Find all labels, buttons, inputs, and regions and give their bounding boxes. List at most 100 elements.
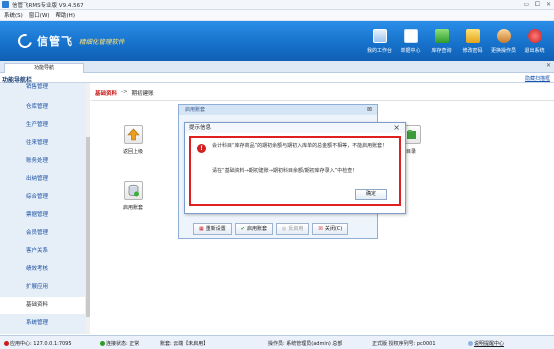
database-icon [123,181,143,200]
tool-workbench[interactable]: 我的工作台 [364,24,395,58]
sidebar-item-production[interactable]: 生产管理 [0,117,85,134]
window-title: 信管飞RMS专业版 V9.4.567 [12,2,84,9]
window-button-row: ▦ 重新设置 ✔ 启用账套 ◎ 反启用 ☒ 关闭(C) [193,223,349,235]
close-box-icon: ☒ [318,226,323,232]
close-icon[interactable]: ⊠ [367,106,372,113]
breadcrumb-page: 期初建账 [131,91,154,97]
status-reminder[interactable]: 说明提醒中心 [468,340,504,347]
status-operator: 操作员: 系统管理员(admin) 总部 [268,341,343,347]
inventory-icon [434,29,449,43]
ok-button[interactable]: 确定 [355,189,387,200]
sidebar-item-system[interactable]: 系统管理 [0,315,85,332]
divider [91,100,554,101]
tool-exit[interactable]: 退出系统 [519,24,550,58]
sidebar-item-sales[interactable]: 销售管理 [0,83,85,91]
sidebar-item-crm[interactable]: 客户关系 [0,243,85,260]
app-icon [2,1,9,8]
button-label: 反启用 [288,226,304,232]
sidebar-item-extensions[interactable]: 扩展应用 [0,279,85,296]
sidebar-item-members[interactable]: 会员管理 [0,225,85,242]
highlight-box: ! 会计科目“库存商品”的期初余额与期初入库单的总金额不相等，不能启用账套！ 请… [189,136,401,206]
status-account: 账套: 云端【未启用】 [160,341,209,347]
breadcrumb-arrow: -> [121,89,128,95]
document-list-icon [403,29,418,43]
maximize-icon[interactable]: ⧠ [535,1,540,9]
sidebar-item-cashier[interactable]: 出纳管理 [0,171,85,188]
tool-inventory[interactable]: 库存查询 [426,24,457,58]
tool-switch-user[interactable]: 更换操作员 [488,24,519,58]
status-bar: 应用中心: 127.0.0.1:7095 连接状态: 正常 账套: 云端【未启用… [0,335,554,349]
reset-button[interactable]: ▦ 重新设置 [193,223,232,235]
tool-label: 我的工作台 [366,48,392,54]
dialog-close-icon[interactable]: × [393,123,400,132]
menu-help[interactable]: 帮助(H) [56,11,75,19]
sidebar-item-invoices[interactable]: 票据管理 [0,207,85,224]
dialog-title: 提示信息 [185,123,405,133]
tool-password[interactable]: 修改密码 [457,24,488,58]
sidebar-item-general[interactable]: 综合管理 [0,189,85,206]
feature-back[interactable]: 返回上级 [113,125,153,155]
menu-system[interactable]: 系统(S) [4,11,23,19]
button-label: 关闭(C) [324,226,343,232]
button-label: 启用账套 [246,226,267,232]
dialog-message-1: 会计科目“库存商品”的期初余额与期初入库单的总金额不相等，不能启用账套！ [212,143,388,149]
menu-window[interactable]: 窗口(W) [29,11,50,19]
button-label: 重新设置 [205,226,226,232]
main-content: 基础资料 -> 期初建账 返回上级 启用账套 目录 启用账套 ⊠ ▦ 重新设置 ✔… [91,83,554,334]
status-connection: 连接状态: 正常 [100,340,139,347]
message-icon [468,341,473,346]
tab-strip: 功能导航 ✕ [0,61,554,73]
feature-label: 返回上级 [122,149,143,155]
close-icon[interactable]: ✕ [546,1,551,9]
tool-label: 库存查询 [431,48,452,54]
breadcrumb: 基础资料 -> 期初建账 [95,89,154,97]
feature-enable-account[interactable]: 启用账套 [113,181,153,211]
check-icon: ✔ [240,226,245,232]
minimize-icon[interactable]: ▭ [523,1,529,9]
sidebar: 销售管理 仓库管理 生产管理 往来管理 账务处理 出纳管理 综合管理 票据管理 … [0,83,90,334]
disable-account-button[interactable]: ◎ 反启用 [275,223,310,235]
sidebar-item-accounts[interactable]: 往来管理 [0,135,85,152]
hide-scan-link[interactable]: 隐藏扫描框 [525,75,550,82]
check-circle-icon [100,341,105,346]
window-title: 启用账套 [179,105,377,115]
calendar-icon: ▦ [199,226,204,232]
server-icon [4,341,9,346]
logo-icon [15,31,35,51]
feature-label: 目录 [405,149,416,155]
tool-documents[interactable]: 单据中心 [395,24,426,58]
dialog-message-2: 请在“基础资料→期初建账→期初科目余额/期初库存录入”中检查！ [212,168,358,174]
undo-icon: ◎ [281,226,287,232]
close-window-button[interactable]: ☒ 关闭(C) [312,223,349,235]
status-text: 应用中心: 127.0.0.1:7095 [10,341,72,347]
sidebar-item-performance[interactable]: 绩效考核 [0,261,85,278]
sidebar-item-basic-data[interactable]: 基础资料 [0,297,85,314]
user-icon [496,29,511,43]
tool-label: 更换操作员 [490,48,516,54]
sidebar-item-bookkeeping[interactable]: 账务处理 [0,153,85,170]
tool-label: 修改密码 [462,48,483,54]
sidebar-scrollbar[interactable] [86,83,90,334]
menubar: 系统(S) 窗口(W) 帮助(H) [0,10,554,21]
tab-navigation[interactable]: 功能导航 [4,63,84,73]
scrollbar-thumb[interactable] [86,137,90,317]
close-tab-icon[interactable]: ✕ [546,62,551,69]
alert-dialog: 提示信息 × ! 会计科目“库存商品”的期初余额与期初入库单的总金额不相等，不能… [184,122,406,214]
brand-name: 信管飞 [37,35,73,48]
main-toolbar: 我的工作台 单据中心 库存查询 修改密码 更换操作员 退出系统 [364,24,550,58]
brand-slogan: 精细化管理软件 [79,38,125,46]
status-text: 连接状态: 正常 [106,341,140,347]
exit-icon [527,29,542,43]
enable-account-button[interactable]: ✔ 启用账套 [234,223,273,235]
sidebar-item-warehouse[interactable]: 仓库管理 [0,99,85,116]
window-titlebar: 信管飞RMS专业版 V9.4.567 ▭ ⧠ ✕ [0,0,554,10]
nav-header: 功能导航栏 隐藏扫描框 [0,74,554,84]
tool-label: 退出系统 [524,48,545,54]
status-app-center: 应用中心: 127.0.0.1:7095 [4,340,72,347]
error-icon: ! [197,144,206,153]
brand-logo: 信管飞 精细化管理软件 [15,31,125,51]
up-arrow-icon [123,125,143,144]
lock-icon [465,29,480,43]
breadcrumb-section[interactable]: 基础资料 [95,89,117,97]
status-text: 说明提醒中心 [474,341,505,347]
